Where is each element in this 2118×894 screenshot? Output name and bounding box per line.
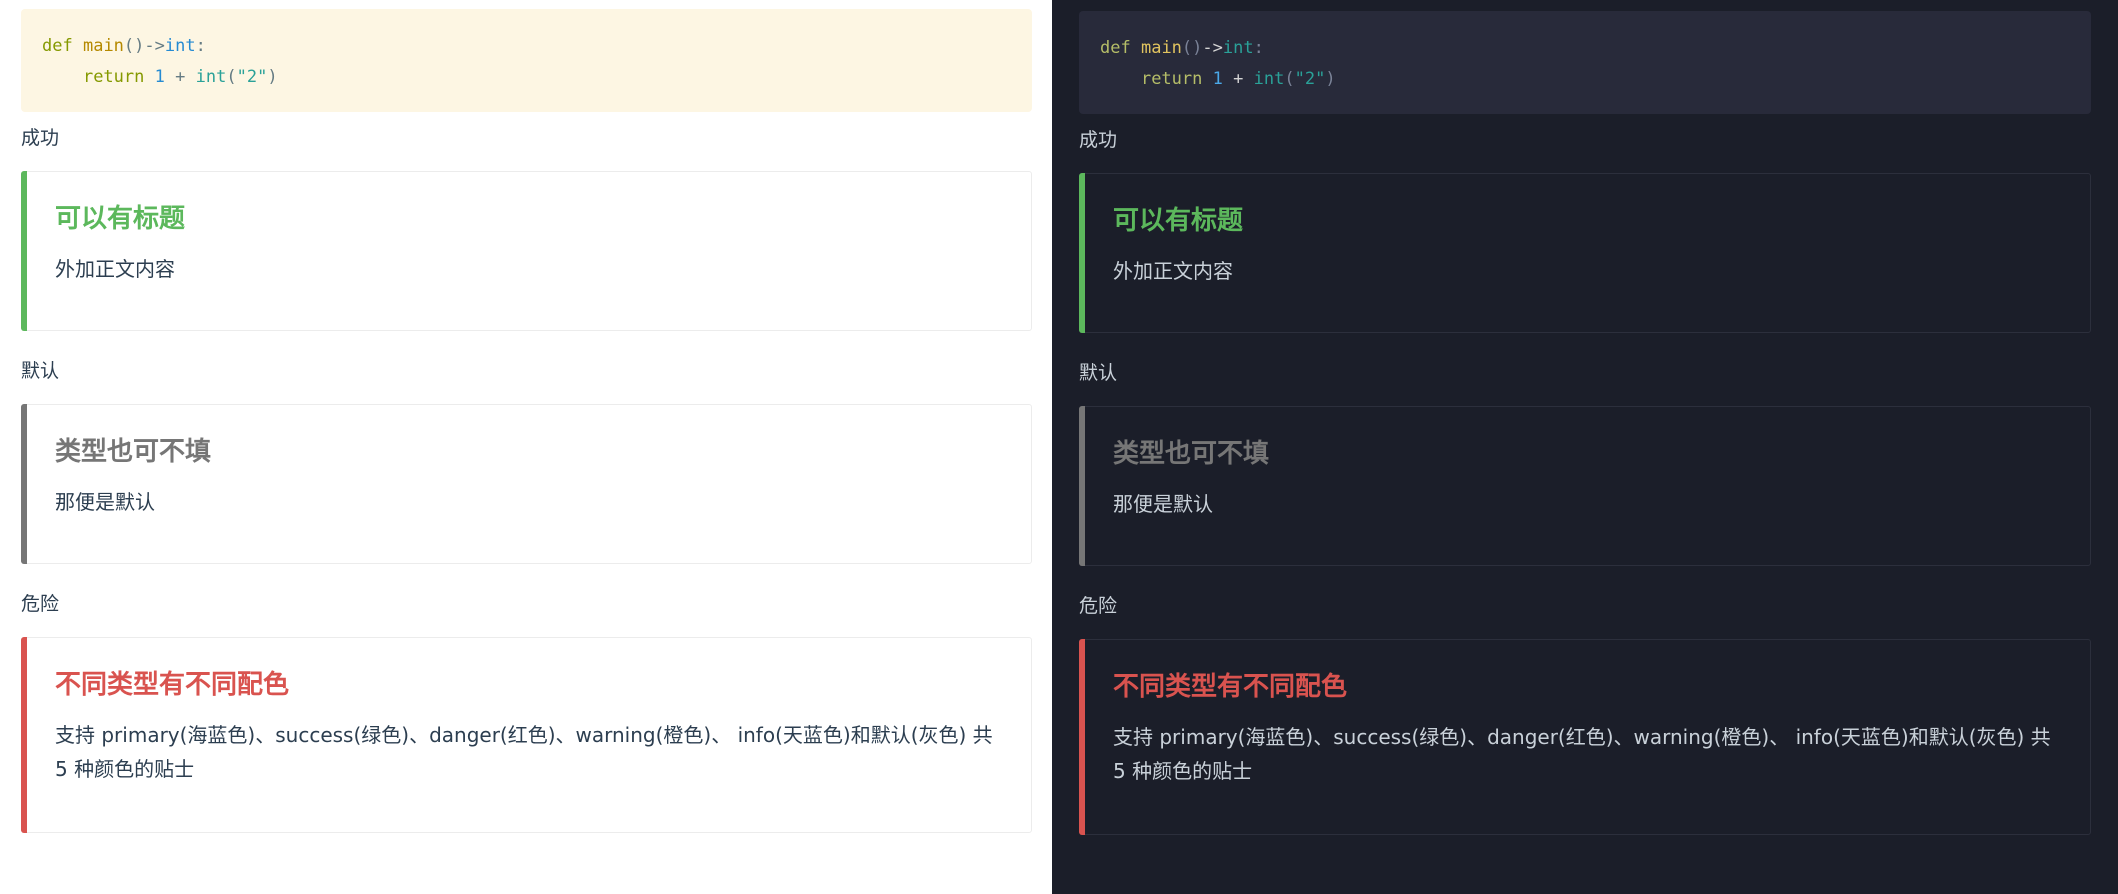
section-label-default: 默认: [21, 360, 60, 382]
tip-title: 可以有标题: [1113, 206, 1244, 236]
code-keyword: return: [82, 67, 145, 87]
code-call: int: [1253, 69, 1285, 89]
section-label-danger: 危险: [1079, 595, 1118, 617]
section-label-default: 默认: [1079, 362, 1118, 384]
tip-body: 那便是默认: [55, 490, 155, 514]
code-paren: (: [226, 67, 237, 87]
code-type: int: [1222, 38, 1254, 58]
dark-theme-pane: def main()->int: return 1 + int("2") 成功 …: [1052, 0, 2118, 894]
tip-danger: 不同类型有不同配色 支持 primary(海蓝色)、success(绿色)、da…: [21, 637, 1032, 833]
code-line-1: def main()->int:: [42, 36, 206, 56]
tip-success: 可以有标题 外加正文内容: [21, 171, 1032, 331]
code-punctuation: (): [123, 36, 145, 56]
code-type: int: [164, 36, 196, 56]
tip-accent-bar: [21, 404, 27, 564]
code-block: def main()->int: return 1 + int("2"): [21, 9, 1032, 112]
code-operator: +: [175, 67, 186, 87]
code-colon: :: [1253, 38, 1264, 58]
tip-default: 类型也可不填 那便是默认: [1079, 406, 2091, 566]
code-line-2: return 1 + int("2"): [1100, 69, 1336, 89]
code-punctuation: (): [1181, 38, 1203, 58]
tip-body: 外加正文内容: [1113, 259, 1233, 283]
code-paren: ): [1325, 69, 1336, 89]
tip-body: 支持 primary(海蓝色)、success(绿色)、danger(红色)、w…: [55, 723, 993, 781]
tip-title: 不同类型有不同配色: [1113, 672, 1348, 702]
code-operator: +: [1233, 69, 1244, 89]
code-string: "2": [236, 67, 268, 87]
code-paren: ): [267, 67, 278, 87]
tip-title: 可以有标题: [55, 204, 186, 234]
code-arrow: ->: [144, 36, 165, 56]
code-keyword: return: [1140, 69, 1203, 89]
tip-success: 可以有标题 外加正文内容: [1079, 173, 2091, 333]
tip-accent-bar: [1079, 406, 1085, 566]
section-label-success: 成功: [1079, 129, 1118, 151]
code-string: "2": [1294, 69, 1326, 89]
tip-title: 类型也可不填: [55, 437, 212, 467]
tip-title: 类型也可不填: [1113, 439, 1270, 469]
tip-accent-bar: [21, 171, 27, 331]
tip-danger: 不同类型有不同配色 支持 primary(海蓝色)、success(绿色)、da…: [1079, 639, 2091, 835]
tip-title: 不同类型有不同配色: [55, 670, 290, 700]
code-number: 1: [154, 67, 165, 87]
section-label-danger: 危险: [21, 593, 60, 615]
tip-body: 那便是默认: [1113, 492, 1213, 516]
code-call: int: [195, 67, 227, 87]
tip-body: 外加正文内容: [55, 257, 175, 281]
light-theme-pane: def main()->int: return 1 + int("2") 成功 …: [0, 0, 1052, 894]
tip-accent-bar: [21, 637, 27, 833]
code-line-1: def main()->int:: [1100, 38, 1264, 58]
code-function-name: main: [82, 36, 124, 56]
code-colon: :: [195, 36, 206, 56]
code-line-2: return 1 + int("2"): [42, 67, 278, 87]
code-arrow: ->: [1202, 38, 1223, 58]
tip-body: 支持 primary(海蓝色)、success(绿色)、danger(红色)、w…: [1113, 725, 2051, 783]
code-function-name: main: [1140, 38, 1182, 58]
tip-default: 类型也可不填 那便是默认: [21, 404, 1032, 564]
tip-accent-bar: [1079, 173, 1085, 333]
code-keyword: def: [42, 36, 73, 56]
code-number: 1: [1212, 69, 1223, 89]
code-paren: (: [1284, 69, 1295, 89]
section-label-success: 成功: [21, 127, 60, 149]
code-keyword: def: [1100, 38, 1131, 58]
page: def main()->int: return 1 + int("2") 成功 …: [0, 0, 2118, 894]
tip-accent-bar: [1079, 639, 1085, 835]
code-block: def main()->int: return 1 + int("2"): [1079, 11, 2091, 114]
